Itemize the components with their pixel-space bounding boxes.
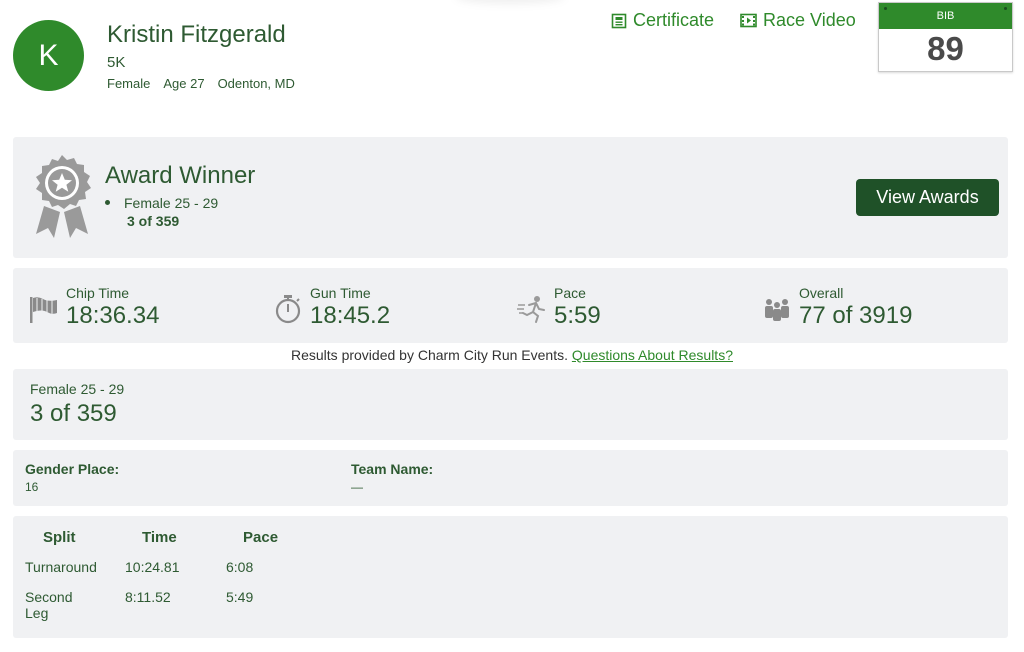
chip-time-value: 18:36.34 [66,302,160,329]
results-provider-text: Results provided by Charm City Run Event… [291,347,568,363]
certificate-label: Certificate [633,10,715,30]
runner-icon [516,293,548,325]
gender-place-value: 16 [25,480,39,494]
event-name: 5K [107,54,126,71]
overall-value: 77 of 3919 [799,302,913,329]
gun-time-stat: Gun Time 18:45.2 [272,285,390,330]
info-panel: Gender Place: 16 Team Name: — [13,450,1008,506]
race-video-label: Race Video [763,10,856,30]
split-time-cell: 10:24.81 [125,559,180,575]
gender-place-label: Gender Place: [25,461,120,477]
bib-header: BIB [879,3,1012,29]
award-category-label: Female 25 - 29 [124,195,219,211]
pace-value: 5:59 [554,302,601,329]
division-panel: Female 25 - 29 3 of 359 [13,369,1008,440]
award-ribbon-icon [30,154,94,245]
athlete-name: Kristin Fitzgerald [107,21,286,48]
bib-hole [884,7,887,10]
bib-hole [1004,7,1007,10]
bib-label: BIB [936,10,955,22]
gun-time-value: 18:45.2 [310,302,391,329]
split-header: Split [43,529,76,546]
view-awards-button[interactable]: View Awards [856,179,999,216]
stopwatch-icon [272,293,304,325]
division-name: Female 25 - 29 [30,381,125,397]
overall-stat: Overall 77 of 3919 [761,285,912,330]
avatar: K [13,20,84,91]
pace-label: Pace [554,285,586,301]
results-provider: Results provided by Charm City Run Event… [0,347,1024,363]
questions-link[interactable]: Questions About Results? [572,347,733,363]
location-text: Odenton, MD [217,76,295,91]
people-icon [761,293,793,325]
race-video-link[interactable]: Race Video [740,10,856,31]
certificate-icon [611,13,627,29]
age-text: Age 27 [163,76,205,91]
pace-stat: Pace 5:59 [516,285,601,330]
splits-table: Split Time Pace Turnaround 10:24.81 6:08… [13,516,1008,638]
bullet-icon [105,199,110,205]
split-name-cell: Turnaround [25,559,97,575]
time-header: Time [142,529,177,546]
pace-header: Pace [243,529,279,546]
division-place: 3 of 359 [30,400,117,427]
flag-icon [28,293,60,325]
team-name-label: Team Name: [351,461,434,477]
film-icon [740,13,757,28]
team-name-value: — [351,480,363,494]
bib-number: 89 [927,30,964,67]
bib-card: BIB 89 [878,2,1013,72]
award-title: Award Winner [105,162,256,189]
certificate-link[interactable]: Certificate [611,10,714,31]
award-panel: Award Winner Female 25 - 29 3 of 359 Vie… [13,137,1008,258]
split-name-cell: Second Leg [25,589,73,621]
gun-time-label: Gun Time [310,285,371,301]
athlete-meta: Female Age 27 Odenton, MD [107,76,295,91]
chip-time-stat: Chip Time 18:36.34 [28,285,159,330]
stats-panel: Chip Time 18:36.34 Gun Time 18:45.2 Pace… [13,268,1008,343]
overall-label: Overall [799,285,844,301]
gender-text: Female [107,76,151,91]
chip-time-label: Chip Time [66,285,130,301]
award-category: Female 25 - 29 [105,195,218,211]
split-pace-cell: 5:49 [226,589,254,605]
award-place: 3 of 359 [127,213,180,229]
avatar-letter: K [38,38,59,72]
split-pace-cell: 6:08 [226,559,254,575]
decorative-shadow [455,0,565,4]
split-time-cell: 8:11.52 [125,589,171,605]
